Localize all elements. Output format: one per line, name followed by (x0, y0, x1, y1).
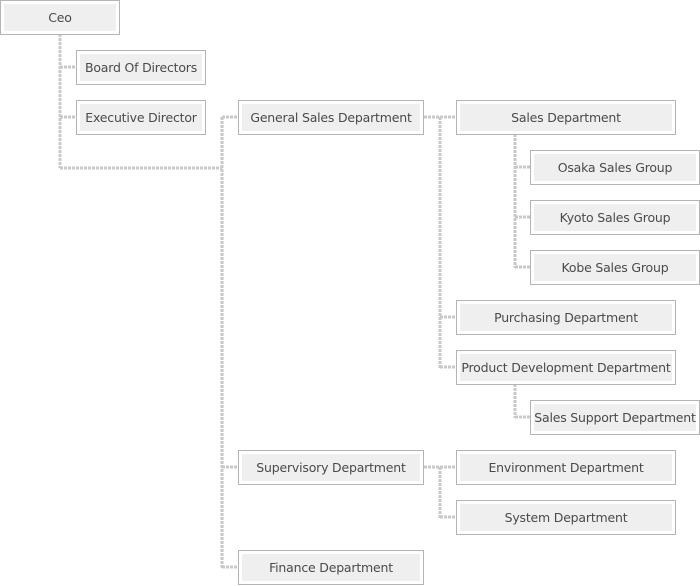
node-label: Executive Director (80, 104, 202, 131)
node-sales-department[interactable]: Sales Department (456, 100, 676, 135)
node-label: Environment Department (460, 454, 672, 481)
node-label: Product Development Department (460, 354, 672, 381)
node-supervisory-department[interactable]: Supervisory Department (238, 450, 424, 485)
connector-lines (58, 34, 530, 569)
node-label: Kobe Sales Group (534, 254, 696, 281)
node-label: General Sales Department (242, 104, 420, 131)
node-label: Board Of Directors (80, 54, 202, 81)
node-finance-department[interactable]: Finance Department (238, 550, 424, 585)
node-executive-director[interactable]: Executive Director (76, 100, 206, 135)
node-label: Sales Department (460, 104, 672, 131)
node-kobe-sales-group[interactable]: Kobe Sales Group (530, 250, 700, 285)
node-label: Ceo (4, 4, 116, 31)
node-ceo[interactable]: Ceo (0, 0, 120, 35)
node-product-development-department[interactable]: Product Development Department (456, 350, 676, 385)
node-label: Sales Support Department (534, 404, 696, 431)
node-label: Purchasing Department (460, 304, 672, 331)
node-board-of-directors[interactable]: Board Of Directors (76, 50, 206, 85)
node-system-department[interactable]: System Department (456, 500, 676, 535)
node-label: Osaka Sales Group (534, 154, 696, 181)
node-sales-support-department[interactable]: Sales Support Department (530, 400, 700, 435)
node-label: System Department (460, 504, 672, 531)
node-environment-department[interactable]: Environment Department (456, 450, 676, 485)
node-label: Supervisory Department (242, 454, 420, 481)
node-label: Kyoto Sales Group (534, 204, 696, 231)
node-osaka-sales-group[interactable]: Osaka Sales Group (530, 150, 700, 185)
node-label: Finance Department (242, 554, 420, 581)
node-purchasing-department[interactable]: Purchasing Department (456, 300, 676, 335)
node-kyoto-sales-group[interactable]: Kyoto Sales Group (530, 200, 700, 235)
node-general-sales-department[interactable]: General Sales Department (238, 100, 424, 135)
